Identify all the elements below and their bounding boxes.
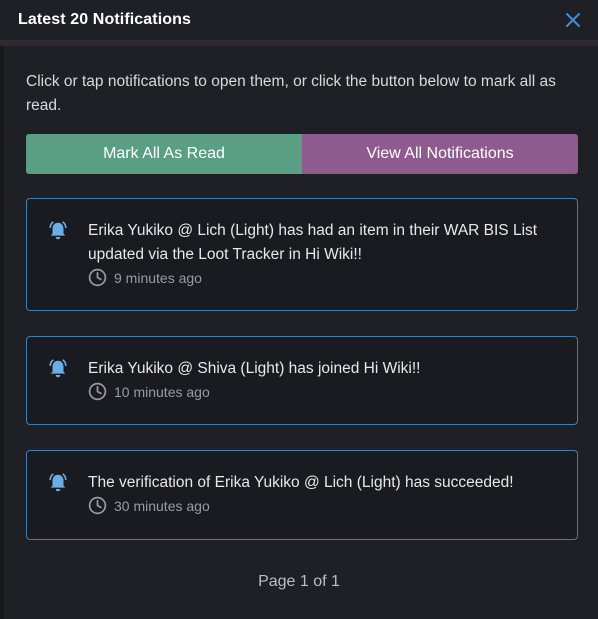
modal-body: Click or tap notifications to open them,… <box>0 46 598 540</box>
view-all-notifications-button[interactable]: View All Notifications <box>302 134 578 174</box>
notification-item[interactable]: The verification of Erika Yukiko @ Lich … <box>26 450 578 540</box>
notification-time: 10 minutes ago <box>88 382 557 401</box>
close-icon[interactable] <box>564 11 582 29</box>
notification-time-label: 30 minutes ago <box>114 497 210 514</box>
clock-icon <box>88 382 107 401</box>
notification-time: 30 minutes ago <box>88 496 557 515</box>
notification-content: Erika Yukiko @ Shiva (Light) has joined … <box>88 357 557 424</box>
notification-text: Erika Yukiko @ Shiva (Light) has joined … <box>88 360 421 377</box>
notifications-modal: Latest 20 Notifications Click or tap not… <box>0 0 598 619</box>
notification-text: Erika Yukiko @ Lich (Light) has had an i… <box>88 222 538 263</box>
left-gutter <box>0 46 4 619</box>
clock-icon <box>88 496 107 515</box>
notification-content: The verification of Erika Yukiko @ Lich … <box>88 471 557 539</box>
intro-text: Click or tap notifications to open them,… <box>26 73 556 114</box>
notification-item[interactable]: Erika Yukiko @ Shiva (Light) has joined … <box>26 336 578 425</box>
bell-ringing-icon <box>47 472 71 539</box>
bell-ringing-icon <box>47 220 71 310</box>
bell-ringing-icon <box>47 358 71 424</box>
notification-text: The verification of Erika Yukiko @ Lich … <box>88 474 514 491</box>
notification-item[interactable]: Erika Yukiko @ Lich (Light) has had an i… <box>26 198 578 311</box>
notification-content: Erika Yukiko @ Lich (Light) has had an i… <box>88 219 557 310</box>
clock-icon <box>88 268 107 287</box>
modal-header: Latest 20 Notifications <box>0 0 598 40</box>
notification-time-label: 10 minutes ago <box>114 383 210 400</box>
pagination-label: Page 1 of 1 <box>258 573 340 590</box>
notification-time-label: 9 minutes ago <box>114 269 202 286</box>
mark-all-read-button[interactable]: Mark All As Read <box>26 134 302 174</box>
modal-title: Latest 20 Notifications <box>18 11 192 28</box>
action-buttons: Mark All As Read View All Notifications <box>26 134 578 174</box>
notification-time: 9 minutes ago <box>88 268 557 287</box>
